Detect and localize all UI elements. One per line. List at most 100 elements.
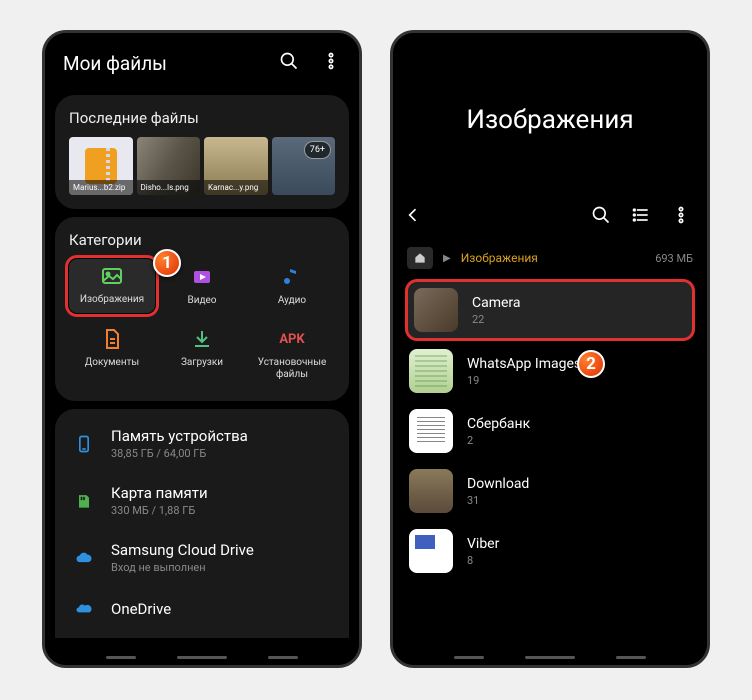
more-icon[interactable] bbox=[321, 51, 341, 75]
recent-thumb[interactable]: Karnac...y.png bbox=[204, 137, 268, 195]
breadcrumb-home[interactable] bbox=[407, 247, 433, 269]
category-label: Аудио bbox=[278, 295, 306, 307]
nav-back[interactable] bbox=[616, 656, 646, 659]
storage-sub: 38,85 ГБ / 64,00 ГБ bbox=[111, 447, 248, 460]
folder-name: Сбербанк bbox=[467, 416, 530, 432]
folder-thumb bbox=[409, 349, 453, 393]
thumb-label: Disho...ls.png bbox=[137, 180, 201, 195]
header: Мои файлы bbox=[45, 33, 359, 87]
storage-sdcard[interactable]: Карта памяти 330 МБ / 1,88 ГБ bbox=[55, 472, 349, 529]
search-icon[interactable] bbox=[591, 205, 611, 229]
storage-sub: Вход не выполнен bbox=[111, 561, 254, 574]
folder-info: Viber 8 bbox=[467, 536, 499, 567]
nav-back[interactable] bbox=[268, 656, 298, 659]
android-nav-bar bbox=[45, 654, 359, 661]
folder-name: Camera bbox=[472, 295, 521, 311]
category-label: Изображения bbox=[80, 294, 144, 306]
android-nav-bar bbox=[393, 654, 707, 661]
folder-info: Camera 22 bbox=[472, 295, 521, 326]
breadcrumb-current[interactable]: Изображения bbox=[461, 251, 538, 265]
toolbar bbox=[393, 201, 707, 237]
more-icon[interactable] bbox=[671, 205, 691, 229]
categories-grid: Изображения Видео Аудио bbox=[69, 259, 335, 387]
folder-sberbank[interactable]: Сбербанк 2 bbox=[403, 401, 697, 461]
nav-home[interactable] bbox=[525, 656, 575, 659]
folder-camera[interactable]: Camera 22 bbox=[405, 279, 695, 341]
folder-info: Download 31 bbox=[467, 476, 529, 507]
folder-thumb bbox=[409, 529, 453, 573]
image-icon bbox=[100, 264, 124, 288]
storage-text: Карта памяти 330 МБ / 1,88 ГБ bbox=[111, 484, 208, 517]
download-icon bbox=[190, 327, 214, 351]
storage-name: OneDrive bbox=[111, 600, 171, 618]
folder-count: 22 bbox=[472, 313, 521, 326]
breadcrumb-size: 693 МБ bbox=[655, 252, 693, 265]
category-audio[interactable]: Аудио bbox=[249, 259, 335, 313]
nav-recent[interactable] bbox=[454, 656, 484, 659]
folder-count: 2 bbox=[467, 434, 530, 447]
category-label: Загрузки bbox=[181, 357, 223, 369]
categories-title: Категории bbox=[69, 231, 335, 249]
storage-onedrive[interactable]: OneDrive bbox=[55, 586, 349, 632]
storage-text: OneDrive bbox=[111, 600, 171, 618]
folder-info: WhatsApp Images 19 bbox=[467, 356, 581, 387]
folder-info: Сбербанк 2 bbox=[467, 416, 530, 447]
category-documents[interactable]: Документы bbox=[69, 321, 155, 387]
annotation-badge-1: 1 bbox=[153, 249, 181, 277]
storage-device[interactable]: Память устройства 38,85 ГБ / 64,00 ГБ bbox=[55, 415, 349, 472]
more-count-badge: 76+ bbox=[304, 141, 331, 159]
annotation-badge-2: 2 bbox=[577, 350, 605, 378]
categories-card: Категории Изображения Видео bbox=[55, 217, 349, 401]
folder-list: Camera 22 WhatsApp Images 19 Сбербанк 2 bbox=[393, 279, 707, 581]
recent-thumb[interactable]: 76+ bbox=[272, 137, 336, 195]
recent-files-card: Последние файлы Marius...b2.zip Disho...… bbox=[55, 95, 349, 209]
screen-left: Мои файлы Последние файлы Marius...b2.zi… bbox=[45, 33, 359, 665]
sdcard-icon bbox=[71, 490, 97, 512]
back-icon[interactable] bbox=[403, 205, 423, 229]
recent-files-title: Последние файлы bbox=[69, 109, 335, 127]
phone-left: Мои файлы Последние файлы Marius...b2.zi… bbox=[42, 30, 362, 668]
folder-count: 19 bbox=[467, 374, 581, 387]
thumb-label: Marius...b2.zip bbox=[69, 180, 133, 195]
storage-name: Память устройства bbox=[111, 427, 248, 445]
page-title: Изображения bbox=[393, 33, 707, 201]
storage-samsung-cloud[interactable]: Samsung Cloud Drive Вход не выполнен bbox=[55, 529, 349, 586]
folder-count: 31 bbox=[467, 494, 529, 507]
folder-name: Download bbox=[467, 476, 529, 492]
list-view-icon[interactable] bbox=[631, 205, 651, 229]
screen-right: Изображения ▶ Изображени bbox=[393, 33, 707, 665]
recent-thumb[interactable]: Disho...ls.png bbox=[137, 137, 201, 195]
folder-count: 8 bbox=[467, 554, 499, 567]
phone-storage-icon bbox=[71, 433, 97, 455]
onedrive-icon bbox=[71, 598, 97, 620]
nav-recent[interactable] bbox=[106, 656, 136, 659]
recent-thumbs: Marius...b2.zip Disho...ls.png Karnac...… bbox=[69, 137, 335, 195]
category-images[interactable]: Изображения bbox=[65, 255, 159, 317]
category-apk[interactable]: APK Установочные файлы bbox=[249, 321, 335, 387]
category-downloads[interactable]: Загрузки bbox=[159, 321, 245, 387]
category-label: Видео bbox=[187, 295, 216, 307]
folder-download[interactable]: Download 31 bbox=[403, 461, 697, 521]
recent-thumb[interactable]: Marius...b2.zip bbox=[69, 137, 133, 195]
folder-name: WhatsApp Images bbox=[467, 356, 581, 372]
folder-thumb bbox=[409, 409, 453, 453]
nav-home[interactable] bbox=[177, 656, 227, 659]
storage-name: Карта памяти bbox=[111, 484, 208, 502]
category-label: Установочные файлы bbox=[251, 357, 333, 381]
breadcrumb: ▶ Изображения 693 МБ bbox=[393, 237, 707, 279]
video-icon bbox=[190, 265, 214, 289]
chevron-right-icon: ▶ bbox=[443, 253, 451, 264]
toolbar-actions bbox=[591, 205, 691, 229]
audio-icon bbox=[280, 265, 304, 289]
storage-name: Samsung Cloud Drive bbox=[111, 541, 254, 559]
phone-right: Изображения ▶ Изображени bbox=[390, 30, 710, 668]
search-icon[interactable] bbox=[279, 51, 299, 75]
storage-text: Samsung Cloud Drive Вход не выполнен bbox=[111, 541, 254, 574]
header-actions bbox=[279, 51, 341, 75]
folder-whatsapp[interactable]: WhatsApp Images 19 bbox=[403, 341, 697, 401]
storage-list: Память устройства 38,85 ГБ / 64,00 ГБ Ка… bbox=[55, 409, 349, 638]
folder-thumb bbox=[409, 469, 453, 513]
storage-sub: 330 МБ / 1,88 ГБ bbox=[111, 504, 208, 517]
folder-name: Viber bbox=[467, 536, 499, 552]
folder-viber[interactable]: Viber 8 bbox=[403, 521, 697, 581]
